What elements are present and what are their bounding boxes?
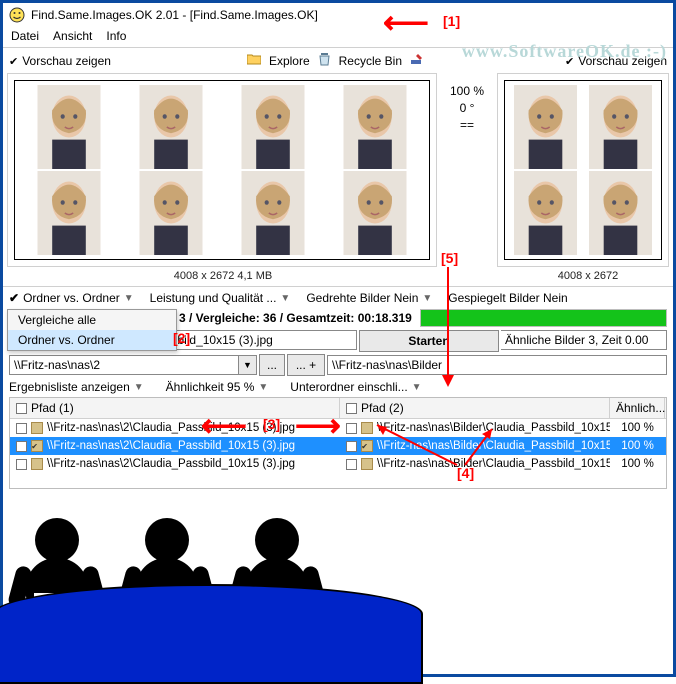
similar-status: Ähnliche Bilder 3, Zeit 0.00 (501, 330, 667, 350)
image-grid-right (504, 80, 662, 260)
annotation-arrow (367, 415, 507, 471)
portrait-thumb (223, 171, 323, 255)
explore-button[interactable]: Explore (269, 54, 310, 68)
preview-left-toggle[interactable]: Vorschau zeigen (9, 54, 111, 68)
chevron-down-icon: ▼ (422, 293, 432, 304)
watermark: www.SoftwareOK.de :-) (462, 41, 667, 62)
app-icon (9, 7, 25, 23)
portrait-thumb (19, 85, 119, 169)
portrait-thumb (325, 85, 425, 169)
start-button[interactable]: Starten (359, 330, 499, 352)
rotation-degrees: 0 ° (460, 100, 475, 117)
path-right-input[interactable] (327, 355, 667, 375)
results-table[interactable]: Pfad (1) Pfad (2) Ähnlich... \\Fritz-nas… (9, 397, 667, 489)
portrait-thumb (325, 171, 425, 255)
tools-icon[interactable] (410, 52, 424, 69)
portrait-thumb (223, 85, 323, 169)
path-left-combo[interactable]: ▼ (9, 354, 257, 376)
chevron-down-icon: ▼ (258, 382, 268, 393)
mode-ovo-item[interactable]: Ordner vs. Ordner (8, 330, 176, 350)
table-row[interactable]: \\Fritz-nas\nas\2\Claudia_Passbild_10x15… (10, 437, 666, 455)
annotation-arrow (433, 263, 463, 393)
chevron-down-icon[interactable]: ▼ (239, 355, 257, 375)
preview-area: 100 % 0 ° == (3, 73, 673, 267)
chevron-down-icon: ▼ (412, 382, 422, 393)
compare-middle: 100 % 0 ° == (437, 73, 497, 267)
image-meta-left: 4008 x 2672 4,1 MB (3, 267, 443, 284)
result-list-dropdown[interactable]: Ergebnisliste anzeigen▼ (9, 380, 144, 394)
image-meta-right: 4008 x 2672 (503, 267, 673, 284)
options-row: ✔ Ordner vs. Ordner ▼ Vergleiche alle Or… (3, 287, 673, 307)
performance-dropdown[interactable]: Leistung und Qualität ... ▼ (150, 291, 291, 305)
table-row[interactable]: \\Fritz-nas\nas\2\Claudia_Passbild_10x15… (10, 455, 666, 473)
preview-right (497, 73, 669, 267)
subfolders-dropdown[interactable]: Unterordner einschli...▼ (290, 380, 421, 394)
portrait-thumb (584, 85, 657, 169)
equals-indicator: == (460, 117, 474, 134)
window-title: Find.Same.Images.OK 2.01 - [Find.Same.Im… (31, 8, 318, 22)
compare-mode-label: Ordner vs. Ordner (23, 291, 120, 305)
paths-row: ▼ ... ... + (3, 353, 673, 377)
chevron-down-icon: ▼ (134, 382, 144, 393)
file-icon (31, 422, 43, 434)
judges-illustration: 8 7 9 (3, 514, 423, 674)
browse-left-button[interactable]: ... (259, 354, 285, 376)
table-header: Pfad (1) Pfad (2) Ähnlich... (10, 398, 666, 419)
menu-view[interactable]: Ansicht (53, 29, 92, 43)
folder-icon (247, 53, 261, 68)
titlebar: Find.Same.Images.OK 2.01 - [Find.Same.Im… (3, 3, 673, 27)
portrait-thumb (19, 171, 119, 255)
compare-mode-dropdown[interactable]: ✔ Ordner vs. Ordner ▼ Vergleiche alle Or… (9, 291, 134, 305)
path-left-input[interactable] (9, 355, 239, 375)
mode-all-item[interactable]: Vergleiche alle (8, 310, 176, 330)
recycle-icon (318, 52, 331, 69)
image-grid-left (14, 80, 430, 260)
list-options: Ergebnisliste anzeigen▼ Ähnlichkeit 95 %… (3, 377, 673, 394)
compare-mode-menu: Vergleiche alle Ordner vs. Ordner (7, 309, 177, 351)
chevron-down-icon: ▼ (124, 293, 134, 304)
judges-table (0, 584, 423, 684)
col-path1: Pfad (1) (10, 398, 340, 418)
menu-info[interactable]: Info (106, 29, 126, 43)
path-right-combo[interactable] (327, 354, 667, 376)
portrait-thumb (121, 171, 221, 255)
recycle-bin-button[interactable]: Recycle Bin (339, 54, 402, 68)
similarity-threshold-dropdown[interactable]: Ähnlichkeit 95 %▼ (166, 380, 269, 394)
portrait-thumb (509, 171, 582, 255)
similarity-percent: 100 % (450, 83, 484, 100)
col-similarity[interactable]: Ähnlich... (610, 398, 665, 418)
portrait-thumb (584, 171, 657, 255)
portrait-thumb (121, 85, 221, 169)
mirrored-dropdown[interactable]: Gespiegelt Bilder Nein (448, 291, 567, 305)
rotated-dropdown[interactable]: Gedrehte Bilder Nein ▼ (306, 291, 432, 305)
preview-left (7, 73, 437, 267)
browse-plus-button[interactable]: ... + (287, 354, 325, 376)
table-row[interactable]: \\Fritz-nas\nas\2\Claudia_Passbild_10x15… (10, 419, 666, 437)
chevron-down-icon: ▼ (280, 293, 290, 304)
menu-file[interactable]: Datei (11, 29, 39, 43)
file-icon (31, 458, 43, 470)
portrait-thumb (509, 85, 582, 169)
